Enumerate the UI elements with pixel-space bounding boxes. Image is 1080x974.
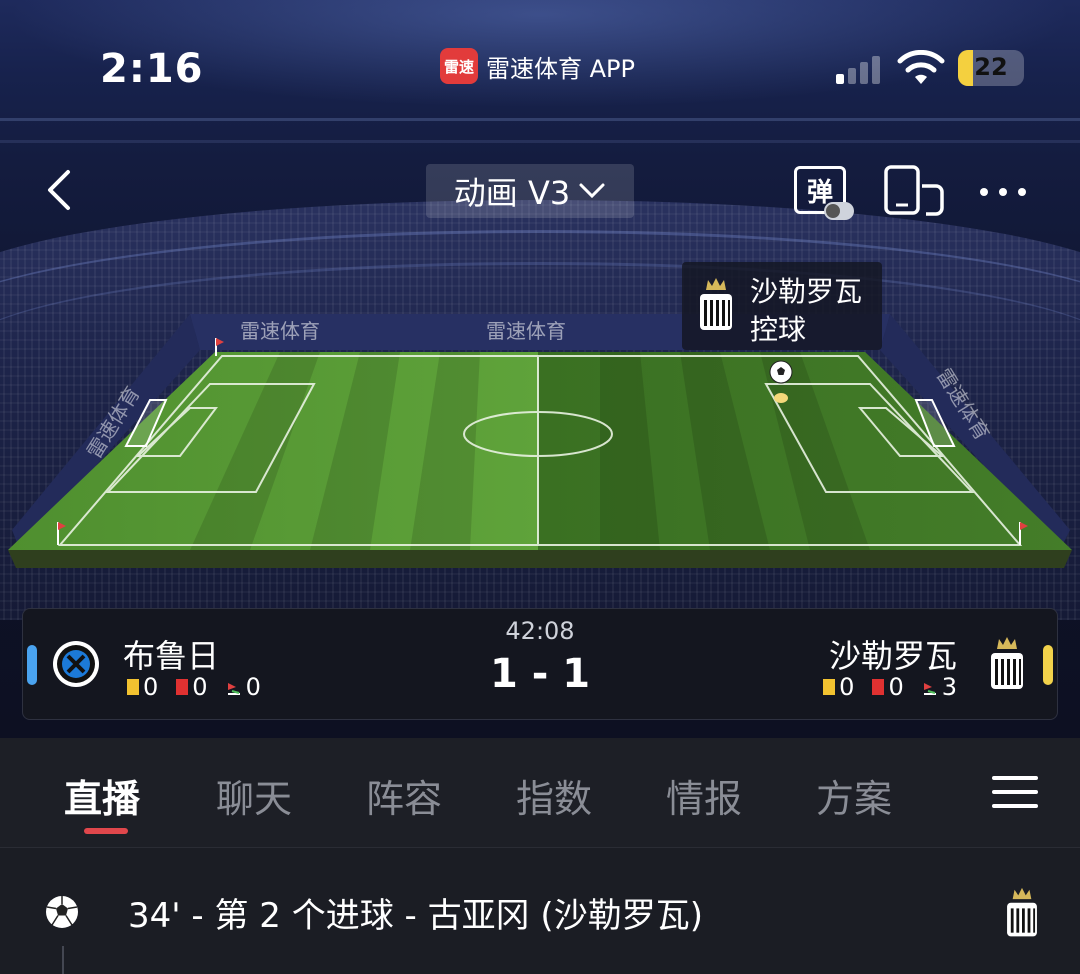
danmu-switch (824, 202, 854, 220)
possession-indicator: 沙勒罗瓦 控球 (682, 262, 882, 350)
charleroi-crest-icon (1007, 887, 1037, 937)
away-yellow-count: 0 (839, 673, 855, 701)
charleroi-crest-icon (700, 278, 732, 330)
possession-team: 沙勒罗瓦 (750, 275, 863, 308)
tab-plans[interactable]: 方案 (816, 768, 892, 823)
status-time: 2:16 (100, 46, 204, 92)
away-red-count: 0 (888, 673, 904, 701)
tab-odds[interactable]: 指数 (516, 768, 592, 823)
danmu-toggle-button[interactable]: 弹 (794, 166, 856, 222)
tab-live[interactable]: 直播 (64, 768, 140, 823)
pitch: 雷速体育 雷速体育 雷速体育 雷速体育 (8, 314, 1072, 568)
hamburger-icon[interactable] (992, 772, 1040, 812)
yellow-card-icon (823, 679, 836, 695)
active-tab-indicator (84, 828, 128, 834)
chevron-down-icon (579, 183, 605, 199)
scoreboard: 布鲁日 0 0 0 42:08 1 - 1 沙勒罗瓦 0 0 3 (22, 608, 1058, 720)
ellipsis-icon[interactable] (976, 172, 1030, 212)
tab-bar: 直播 聊天 阵容 指数 情报 方案 (0, 738, 1080, 848)
possession-state: 控球 (750, 313, 807, 346)
mode-label: 动画 V3 (453, 174, 571, 212)
event-description: 34' - 第 2 个进球 - 古亚冈 (沙勒罗瓦) (128, 896, 703, 936)
app-badge-icon: 雷速 (440, 48, 478, 84)
soccer-ball-icon (46, 896, 78, 928)
roof-beam (0, 140, 1080, 143)
status-app: 雷速 雷速体育 APP (440, 48, 635, 84)
animation-mode-selector[interactable]: 动画 V3 (426, 164, 634, 218)
away-stats: 0 0 3 (823, 673, 957, 701)
watermark: 雷速体育 (240, 319, 320, 343)
app-name: 雷速体育 APP (486, 54, 635, 83)
chevron-left-icon[interactable] (40, 166, 80, 214)
tab-intel[interactable]: 情报 (666, 768, 742, 823)
tab-lineup[interactable]: 阵容 (366, 768, 442, 823)
charleroi-crest-icon (991, 637, 1023, 689)
away-team-name: 沙勒罗瓦 (828, 637, 957, 675)
wifi-icon (897, 50, 945, 84)
battery-level: 22 (974, 53, 1008, 81)
tab-chat[interactable]: 聊天 (216, 768, 292, 823)
away-team-marker (1043, 645, 1053, 685)
soccer-ball-icon (769, 360, 793, 384)
watermark: 雷速体育 (486, 319, 566, 343)
signal-icon (836, 54, 880, 84)
battery-icon: 22 (958, 50, 1024, 86)
screen-rotate-icon[interactable] (882, 164, 946, 218)
corner-kick-icon (923, 683, 936, 695)
event-list: 34' - 第 2 个进球 - 古亚冈 (沙勒罗瓦) (0, 848, 1080, 974)
away-corner-count: 3 (941, 673, 957, 701)
red-card-icon (872, 679, 885, 695)
roof-beam (0, 118, 1080, 121)
timeline-line (62, 946, 64, 974)
